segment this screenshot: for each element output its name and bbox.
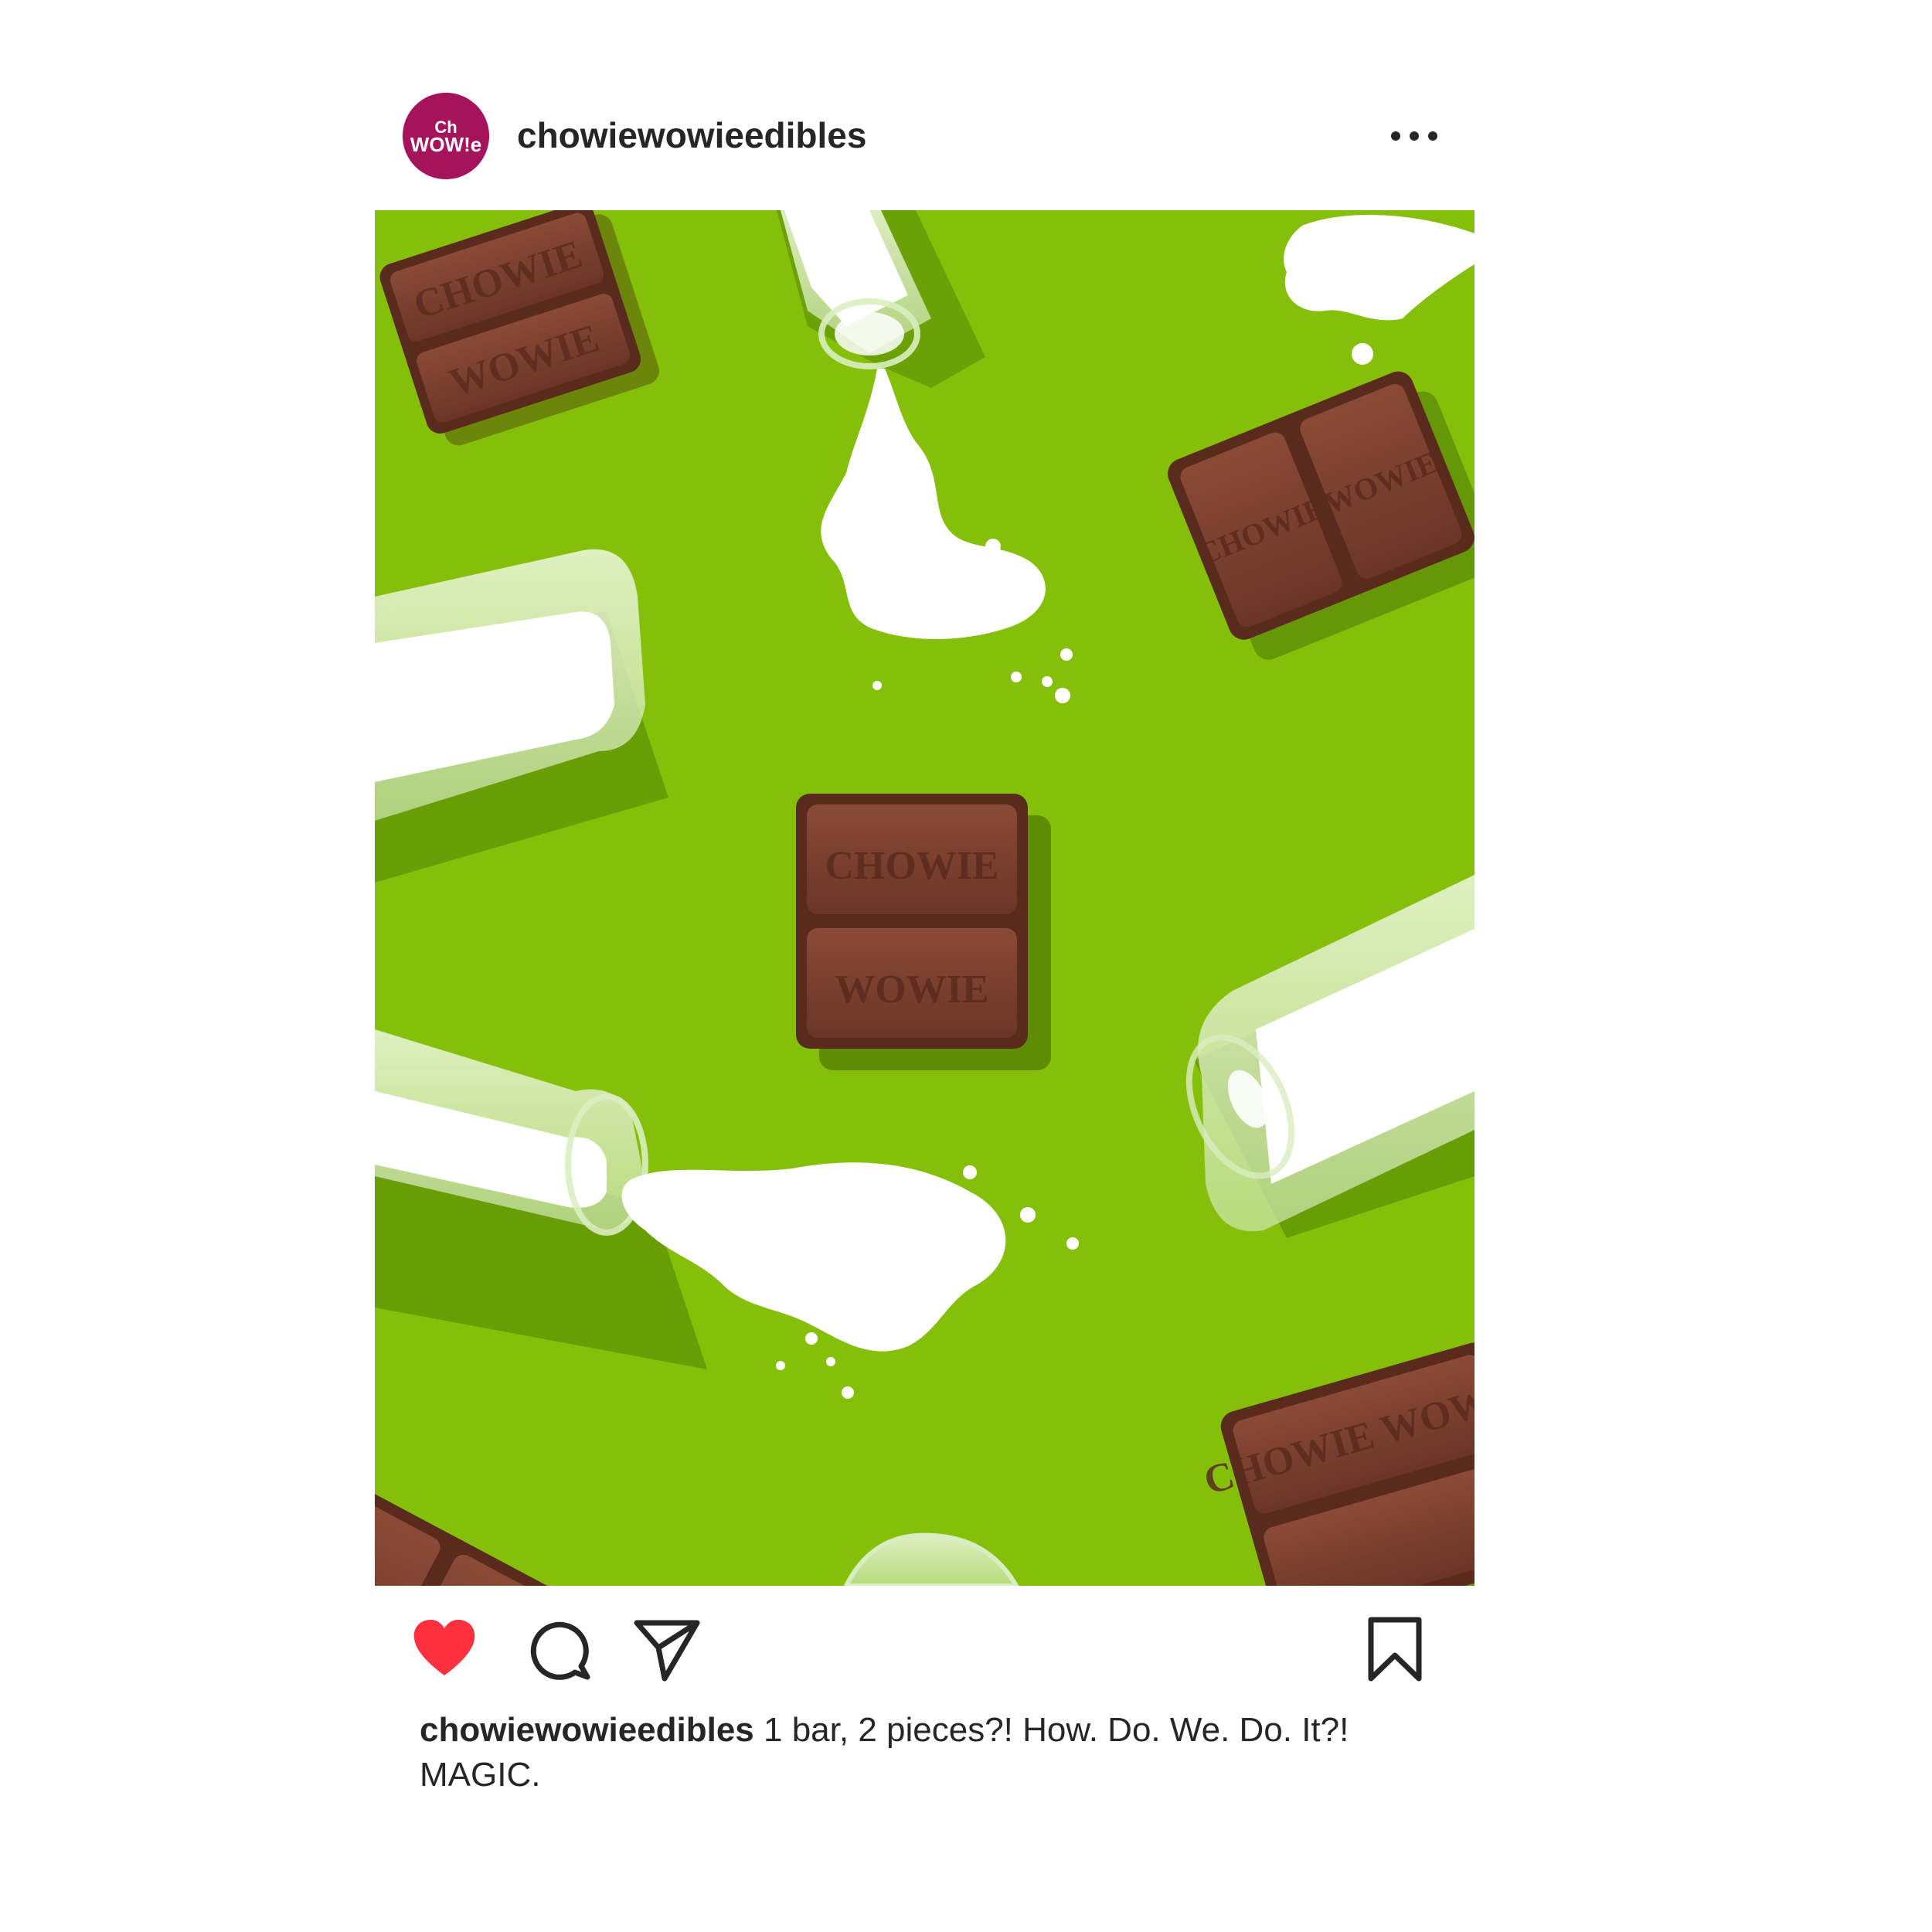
like-button[interactable]: [410, 1615, 479, 1685]
save-button[interactable]: [1360, 1615, 1430, 1685]
heart-filled-icon: [413, 1620, 475, 1675]
paper-plane-icon: [634, 1620, 700, 1682]
svg-text:CHOWIE: CHOWIE: [825, 844, 998, 888]
profile-avatar[interactable]: Ch WOW!e: [403, 93, 489, 179]
post-header: Ch WOW!e chowiewowieedibles: [403, 93, 1461, 179]
svg-text:WOWIE: WOWIE: [835, 968, 988, 1012]
share-button[interactable]: [632, 1615, 702, 1685]
bookmark-icon: [1368, 1617, 1422, 1682]
post-caption: chowiewowieedibles 1 bar, 2 pieces?! How…: [420, 1708, 1424, 1798]
comment-button[interactable]: [526, 1615, 595, 1685]
post-username[interactable]: chowiewowieedibles: [517, 114, 866, 156]
chocolate-piece-center: CHOWIE WOWIE: [796, 794, 1051, 1070]
post-photo[interactable]: CHOWIE WOWIE CHOWIE WOWIE CHOWIE WOWIE C…: [375, 210, 1475, 1586]
chowie-wowie-logo-icon: Ch WOW!e: [403, 93, 489, 179]
chocolate-milk-photo: CHOWIE WOWIE CHOWIE WOWIE CHOWIE WOWIE C…: [375, 210, 1475, 1586]
more-options-button[interactable]: [1383, 113, 1445, 159]
more-options-icon: [1391, 131, 1437, 141]
caption-username[interactable]: chowiewowieedibles: [420, 1711, 754, 1749]
post-action-bar: [402, 1615, 1430, 1685]
comment-bubble-icon: [530, 1621, 590, 1680]
svg-text:WOW!e: WOW!e: [410, 133, 481, 156]
